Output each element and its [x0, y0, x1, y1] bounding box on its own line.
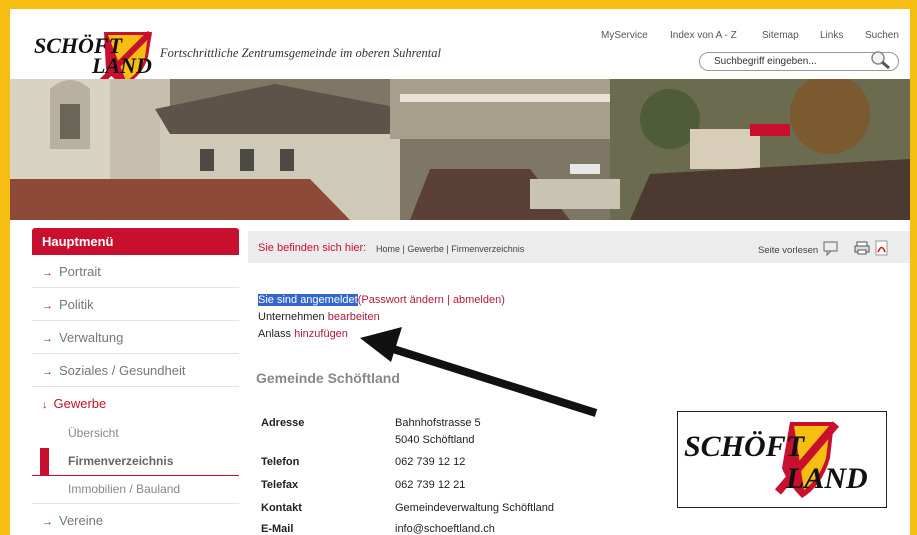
email-label: E-Mail [261, 523, 294, 535]
arrow-right-icon: → [42, 333, 53, 345]
login-status-line: Sie sind angemeldet(Passwort ändern | ab… [258, 294, 505, 306]
breadcrumb[interactable]: Home | Gewerbe | Firmenverzeichnis [376, 244, 524, 254]
main-menu-title-label: Hauptmenü [42, 234, 114, 249]
logout-link[interactable]: abmelden [453, 294, 501, 306]
sidebar-item-gewerbe[interactable]: ↓ Gewerbe [32, 387, 239, 420]
arrow-right-icon: → [42, 516, 53, 528]
nav-suchen[interactable]: Suchen [865, 30, 899, 41]
sidebar-item-label: Vereine [59, 513, 104, 528]
page: SCHÖFT LAND Fortschrittliche Zentrumsgem… [10, 9, 910, 535]
edit-company-link[interactable]: bearbeiten [328, 311, 380, 323]
sidebar-item-vereine[interactable]: → Vereine [32, 504, 239, 535]
nav-myservice[interactable]: MyService [601, 30, 648, 41]
sidebar-item-label: Verwaltung [59, 330, 124, 345]
sidebar-subitem-label: Firmenverzeichnis [68, 454, 174, 468]
company-logo: SCHÖFT LAND [677, 411, 887, 508]
address-line2[interactable]: 5040 Schöftland [395, 434, 475, 446]
logged-in-text: Sie sind angemeldet [258, 294, 358, 306]
sidebar-subitem-firmenverzeichnis[interactable]: Firmenverzeichnis [32, 448, 239, 476]
main-menu-title: Hauptmenü [32, 228, 239, 255]
nav-index[interactable]: Index von A - Z [670, 30, 737, 41]
change-password-link[interactable]: Passwort ändern [361, 294, 444, 306]
site-slogan: Fortschrittliche Zentrumsgemeinde im obe… [160, 46, 441, 60]
logo-text-bottom: LAND [786, 462, 868, 495]
sidebar-item-soziales[interactable]: → Soziales / Gesundheit [32, 354, 239, 387]
email-link[interactable]: info@schoeftland.ch [395, 523, 495, 535]
sidebar-item-label: Gewerbe [53, 396, 107, 411]
arrow-right-icon: → [42, 300, 53, 312]
sidebar-item-verwaltung[interactable]: → Verwaltung [32, 321, 239, 354]
breadcrumb-bar: Sie befinden sich hier: Home | Gewerbe |… [248, 231, 910, 263]
event-line: Anlass hinzufügen [258, 328, 348, 340]
read-aloud-icon[interactable] [822, 240, 840, 256]
phone-value: 062 739 12 12 [395, 456, 466, 468]
phone-label: Telefon [261, 456, 300, 468]
event-label: Anlass [258, 328, 292, 340]
sidebar-subitem-uebersicht[interactable]: Übersicht [32, 420, 239, 448]
sidebar-item-label: Portrait [59, 264, 101, 279]
add-event-link[interactable]: hinzufügen [294, 328, 348, 340]
page-title: Gemeinde Schöftland [256, 370, 400, 386]
main-menu: → Portrait → Politik → Verwaltung → Soziales… [32, 255, 239, 535]
address-label: Adresse [261, 417, 305, 429]
sidebar-subitem-label: Immobilien / Bauland [68, 482, 181, 496]
logo-text-top: SCHÖFT [684, 430, 805, 463]
search-icon[interactable] [868, 49, 892, 71]
address-line1[interactable]: Bahnhofstrasse 5 [395, 417, 481, 429]
print-icon[interactable] [854, 241, 870, 255]
nav-sitemap[interactable]: Sitemap [762, 30, 799, 41]
nav-links[interactable]: Links [820, 30, 843, 41]
contact-label: Kontakt [261, 502, 302, 514]
sidebar-subitem-label: Übersicht [68, 426, 119, 440]
arrow-down-icon: ↓ [42, 399, 48, 411]
header-banner-image [10, 79, 910, 220]
company-label: Unternehmen [258, 311, 325, 323]
pdf-icon[interactable] [875, 240, 889, 256]
contact-value: Gemeindeverwaltung Schöftland [395, 502, 554, 514]
logo-text-bottom: LAND [92, 53, 152, 78]
company-line: Unternehmen bearbeiten [258, 311, 380, 323]
sidebar-item-politik[interactable]: → Politik [32, 288, 239, 321]
sidebar-item-label: Soziales / Gesundheit [59, 363, 186, 378]
sidebar-item-label: Politik [59, 297, 94, 312]
fax-label: Telefax [261, 479, 299, 491]
breadcrumb-label: Sie befinden sich hier: [258, 242, 367, 254]
arrow-right-icon: → [42, 267, 53, 279]
arrow-right-icon: → [42, 366, 53, 378]
sidebar-subitem-immobilien[interactable]: Immobilien / Bauland [32, 476, 239, 504]
search-input[interactable] [714, 56, 864, 67]
fax-value: 062 739 12 21 [395, 479, 466, 491]
sidebar-item-portrait[interactable]: → Portrait [32, 255, 239, 288]
read-aloud-link[interactable]: Seite vorlesen [758, 245, 818, 256]
